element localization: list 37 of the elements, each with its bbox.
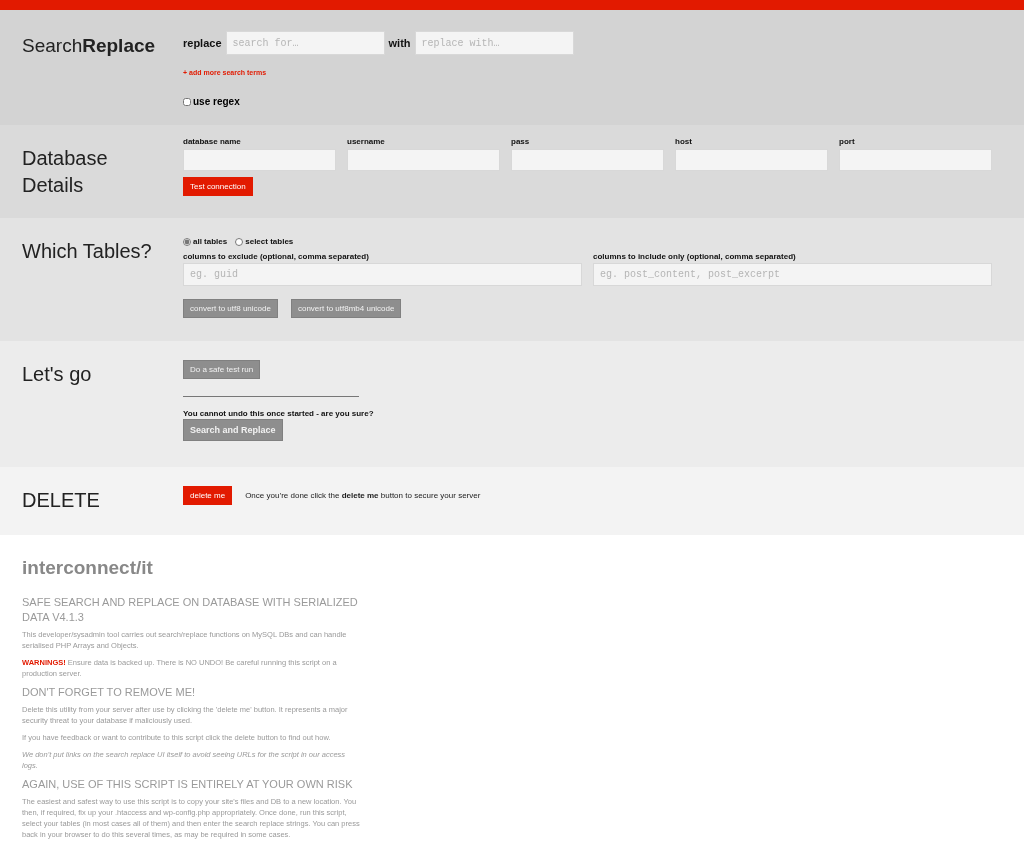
info-heading: DON'T FORGET TO REMOVE ME! [22, 685, 197, 700]
input-field[interactable] [183, 149, 336, 171]
replace-field[interactable]: replace with… [414, 31, 574, 55]
field-label: columns to exclude (optional, comma separated) [183, 252, 370, 261]
section-title: DELETE [21, 488, 101, 513]
input-field[interactable] [675, 149, 828, 171]
radio-button[interactable] [183, 237, 191, 246]
info-heading: AGAIN, USE OF THIS SCRIPT IS ENTIRELY AT YOUR OWN RISK [22, 777, 354, 792]
radio-label: select tables [245, 237, 294, 246]
undo-warning: You cannot undo this once started - are you sure? [183, 409, 374, 418]
section-title: Which Tables? [21, 239, 153, 264]
input-field[interactable] [511, 149, 664, 171]
input-field[interactable] [347, 149, 500, 171]
field-label: database name [183, 137, 242, 146]
field-label: pass [511, 137, 531, 146]
radio-button[interactable] [235, 237, 244, 246]
exclude-columns-field[interactable]: eg. guid [183, 263, 582, 286]
regex-checkbox[interactable] [183, 97, 191, 106]
test-connection-button[interactable]: Test connection [183, 177, 253, 196]
include-columns-field[interactable]: eg. post_content, post_excerpt [593, 263, 992, 286]
brand-name: interconnect/it [22, 557, 154, 579]
section-title: Database Details [21, 146, 109, 198]
field-label: username [347, 137, 386, 146]
replace-label: replace [183, 37, 222, 49]
field-label: port [839, 137, 856, 146]
radio-label: all tables [193, 237, 228, 246]
with-label: with [388, 37, 411, 49]
info-heading: SAFE SEARCH AND REPLACE ON DATABASE WITH SERIALIZED DATA V4.1.3 [22, 595, 359, 625]
field-label: columns to include only (optional, comma separated) [593, 252, 797, 261]
delete-button[interactable]: delete me [183, 486, 233, 505]
section-title: Let's go [21, 362, 93, 387]
field-label: host [675, 137, 693, 146]
app-title: SearchReplace [21, 34, 157, 58]
regex-label: use regex [193, 96, 240, 107]
input-field[interactable] [839, 149, 992, 171]
search-field[interactable]: search for… [225, 31, 385, 55]
delete-note: Once you’re done click the delete me button to secure your server [245, 491, 481, 500]
